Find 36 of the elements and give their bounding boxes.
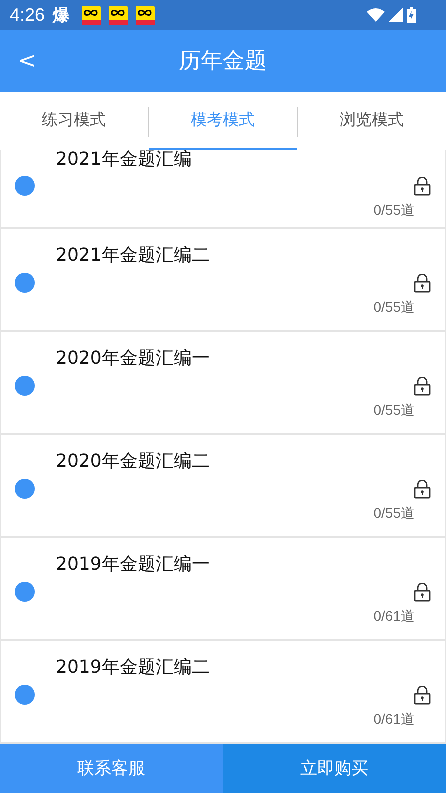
status-dot	[15, 685, 35, 705]
wifi-icon	[367, 8, 385, 22]
question-count: 0/55道	[374, 299, 415, 317]
mode-tab[interactable]: 练习模式	[0, 92, 148, 150]
status-dot	[15, 582, 35, 602]
paper-title: 2020年金题汇编一	[56, 347, 211, 370]
paper-row[interactable]: 2021年金题汇编 0/55道	[1, 150, 445, 227]
app-icon	[82, 6, 102, 24]
question-count: 0/55道	[374, 505, 415, 523]
status-dot	[15, 176, 35, 196]
paper-title: 2020年金题汇编二	[56, 450, 211, 473]
page-title: 历年金题	[178, 48, 268, 76]
question-count: 0/55道	[374, 402, 415, 420]
paper-title: 2019年金题汇编二	[56, 656, 211, 679]
paper-title: 2021年金题汇编	[56, 150, 193, 170]
paper-row[interactable]: 2020年金题汇编二 0/55道	[1, 435, 445, 536]
question-count: 0/61道	[374, 711, 415, 729]
paper-row[interactable]: 2021年金题汇编二 0/55道	[1, 229, 445, 330]
paper-row[interactable]: 2019年金题汇编一 0/61道	[1, 538, 445, 639]
paper-title: 2019年金题汇编一	[56, 553, 211, 576]
question-count: 0/55道	[374, 202, 415, 220]
paper-row[interactable]: 2019年金题汇编二 0/61道	[1, 641, 445, 742]
status-dot	[15, 376, 35, 396]
app-icon	[109, 6, 128, 24]
mode-tab[interactable]: 浏览模式	[298, 92, 446, 150]
notification-glyph: 爆	[53, 4, 70, 26]
status-dot	[15, 273, 35, 293]
paper-row[interactable]: 2020年金题汇编一 0/55道	[1, 332, 445, 433]
status-time: 4:26	[10, 4, 46, 26]
question-count: 0/61道	[374, 608, 415, 626]
app-icon	[136, 6, 156, 24]
buy-button[interactable]: 立即购买	[223, 744, 446, 793]
battery-icon	[407, 7, 416, 23]
signal-icon	[389, 8, 403, 22]
status-dot	[15, 479, 35, 499]
paper-title: 2021年金题汇编二	[56, 244, 211, 267]
